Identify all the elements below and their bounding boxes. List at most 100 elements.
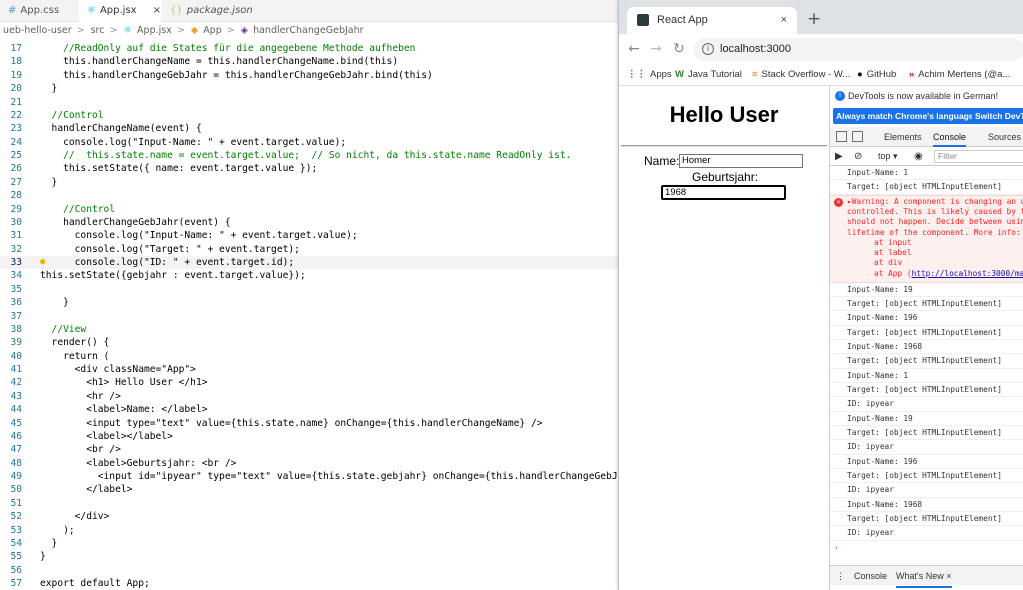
breadcrumb-item[interactable]: App xyxy=(203,25,222,36)
close-tab-icon[interactable]: × xyxy=(153,5,161,16)
code-line[interactable]: 35 xyxy=(0,283,618,296)
code-line[interactable]: 23 handlerChangeName(event) { xyxy=(0,122,618,135)
warning-line: controlled. This is likely caused by th xyxy=(847,206,1023,216)
line-number: 47 xyxy=(10,444,22,456)
console-warning: × ▸Warning: A component is changing an uc… xyxy=(830,194,1023,283)
code-line[interactable]: 30 handlerChangeGebJahr(event) { xyxy=(0,216,618,229)
clear-console-icon[interactable]: ⊘ xyxy=(854,147,862,166)
inspect-element-icon[interactable] xyxy=(836,131,847,142)
tab-console[interactable]: Console xyxy=(933,127,967,147)
line-number: 23 xyxy=(10,123,22,135)
code-line[interactable]: 41 <div className="App"> xyxy=(0,363,618,376)
back-arrow-icon[interactable]: ← xyxy=(625,41,643,57)
code-line[interactable]: 48 <label>Geburtsjahr: <br /> xyxy=(0,457,618,470)
bookmark-apps[interactable]: ⋮⋮ Apps xyxy=(627,66,672,84)
context-selector[interactable]: top ▾ xyxy=(878,147,898,166)
code-area[interactable]: 17 //ReadOnly auf die States für die ang… xyxy=(0,42,658,590)
code-line[interactable]: 26 this.setState({ name: event.target.va… xyxy=(0,162,618,175)
breadcrumb-item[interactable]: src xyxy=(91,25,105,36)
tab-app-jsx[interactable]: ⚛ App.jsx × xyxy=(79,0,161,22)
code-line[interactable]: 43 <hr /> xyxy=(0,390,618,403)
tab-app-css[interactable]: # App.css xyxy=(0,0,78,22)
code-line[interactable]: 20 } xyxy=(0,82,618,95)
reload-icon[interactable]: ↻ xyxy=(670,41,688,57)
devtools-tabbar: Elements Console Sources xyxy=(830,127,1023,147)
console-message: Input-Name: 196 xyxy=(830,311,1023,326)
bookmark-stack-overflow[interactable]: ≡ Stack Overflow - W... xyxy=(752,66,850,84)
bookmark-java-tutorial[interactable]: W Java Tutorial xyxy=(675,66,742,84)
switch-devtools-language-button[interactable]: Switch DevTo xyxy=(972,108,1023,124)
code-text: <input type="text" value={this.state.nam… xyxy=(40,417,543,429)
tab-elements[interactable]: Elements xyxy=(884,127,922,147)
code-line[interactable]: 47 <br /> xyxy=(0,443,618,456)
bookmark-achim-mertens[interactable]: » Achim Mertens (@a... xyxy=(909,66,1010,84)
code-line[interactable]: 49 <input id="ipyear" type="text" value=… xyxy=(0,470,658,483)
code-line[interactable]: 38 //View xyxy=(0,323,618,336)
code-line[interactable]: 21 xyxy=(0,96,618,109)
lightbulb-icon[interactable]: ● xyxy=(40,257,48,267)
code-line[interactable]: 33 console.log("ID: " + event.target.id)… xyxy=(0,256,618,270)
code-line[interactable]: 50 </label> xyxy=(0,483,618,496)
tab-package-json[interactable]: {} package.json xyxy=(162,0,262,22)
code-line[interactable]: 40 return ( xyxy=(0,350,618,363)
code-line[interactable]: 39 render() { xyxy=(0,336,618,349)
breadcrumb-item[interactable]: ueb-hello-user xyxy=(3,25,72,36)
birth-year-input[interactable]: 1968 xyxy=(661,185,786,200)
code-line[interactable]: 27 } xyxy=(0,176,618,189)
line-number: 27 xyxy=(10,176,22,188)
breadcrumb-item[interactable]: handlerChangeGebJahr xyxy=(253,25,363,36)
code-line[interactable]: 28 xyxy=(0,189,618,202)
code-line[interactable]: 55} xyxy=(0,550,618,563)
bookmark-github[interactable]: ● GitHub xyxy=(857,66,896,84)
line-number: 20 xyxy=(10,83,22,95)
browser-tab[interactable]: React App × xyxy=(627,7,797,34)
address-bar[interactable]: i localhost:3000 xyxy=(694,38,1023,61)
code-line[interactable]: 19 this.handlerChangeGebJahr = this.hand… xyxy=(0,69,618,82)
code-line[interactable]: 31 console.log("Input-Name: " + event.ta… xyxy=(0,229,618,242)
drawer-tab-whats-new[interactable]: What's New × xyxy=(896,566,952,588)
tab-sources[interactable]: Sources xyxy=(988,127,1021,147)
code-line[interactable]: 56 xyxy=(0,564,618,577)
code-line[interactable]: 25 // this.state.name = event.target.val… xyxy=(0,149,618,162)
sidebar-toggle-icon[interactable]: ▶ xyxy=(835,147,843,166)
code-line[interactable]: 34 this.setState({gebjahr : event.target.… xyxy=(0,269,618,282)
line-number: 17 xyxy=(10,43,22,54)
code-line[interactable]: 32 console.log("Target: " + event.target… xyxy=(0,243,618,256)
eye-icon[interactable]: ◉ xyxy=(914,147,923,166)
code-line[interactable]: 46 <label></label> xyxy=(0,430,618,443)
close-icon[interactable]: × xyxy=(781,7,787,34)
console-message: Target: [object HTMLInputElement] xyxy=(830,469,1023,484)
code-line[interactable]: 24 console.log("Input-Name: " + event.ta… xyxy=(0,136,618,149)
code-line[interactable]: 45 <input type="text" value={this.state.… xyxy=(0,417,618,430)
console-filter-input[interactable]: Filter xyxy=(934,150,1023,163)
source-link[interactable]: http://localhost:3000/main. xyxy=(912,269,1023,278)
always-match-language-button[interactable]: Always match Chrome's language xyxy=(833,108,977,124)
code-line[interactable]: 18 this.handlerChangeName = this.handler… xyxy=(0,55,618,68)
drawer-menu-icon[interactable]: ⋮ xyxy=(836,566,845,586)
code-line[interactable]: 22 //Control xyxy=(0,109,618,122)
code-line[interactable]: 54 } xyxy=(0,537,618,550)
new-tab-button[interactable]: + xyxy=(803,7,825,31)
forward-arrow-icon[interactable]: → xyxy=(647,41,665,57)
code-line[interactable]: 37 xyxy=(0,310,618,323)
code-line[interactable]: 52 </div> xyxy=(0,510,618,523)
console-prompt[interactable]: › xyxy=(830,541,1023,555)
warning-line: should not happen. Decide between using xyxy=(847,217,1023,227)
code-line[interactable]: 53 ); xyxy=(0,524,618,537)
code-text: <label>Name: </label> xyxy=(40,404,208,416)
stackoverflow-icon: ≡ xyxy=(752,69,758,80)
code-line[interactable]: 36 } xyxy=(0,296,618,309)
info-icon[interactable]: i xyxy=(702,43,714,55)
breadcrumb-item[interactable]: App.jsx xyxy=(137,25,172,36)
code-line[interactable]: 44 <label>Name: </label> xyxy=(0,403,618,416)
code-line[interactable]: 17 //ReadOnly auf die States für die ang… xyxy=(0,42,618,55)
code-line[interactable]: 57 export default App; xyxy=(0,577,618,590)
code-line[interactable]: 42 <h1> Hello User </h1> xyxy=(0,376,618,389)
code-text: console.log("Input-Name: " + event.targe… xyxy=(40,136,347,148)
device-toolbar-icon[interactable] xyxy=(852,131,863,142)
line-number: 19 xyxy=(10,69,22,81)
drawer-tab-console[interactable]: Console xyxy=(854,566,887,586)
code-line[interactable]: 51 xyxy=(0,497,618,510)
name-input[interactable]: Homer xyxy=(679,154,803,168)
code-line[interactable]: 29 //Control xyxy=(0,203,618,216)
